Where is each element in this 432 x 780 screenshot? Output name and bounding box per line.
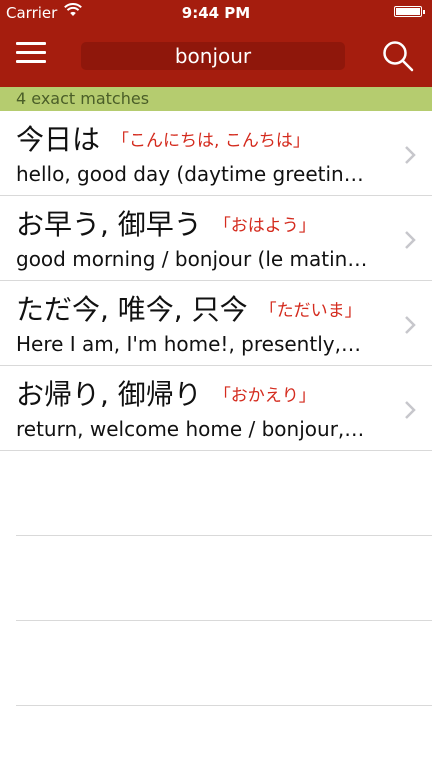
result-kanji: 今日は <box>16 123 101 156</box>
result-gloss: good morning / bonjour (le matin… <box>16 247 368 271</box>
result-kana: 「ただいま」 <box>259 301 362 321</box>
result-kana: 「こんにちは, こんちは」 <box>112 131 310 151</box>
result-gloss: return, welcome home / bonjour,… <box>16 417 365 441</box>
result-kana: 「おかえり」 <box>213 386 316 406</box>
status-time: 9:44 PM <box>181 4 251 22</box>
match-count-bar: 4 exact matches <box>0 87 432 111</box>
chevron-right-icon <box>405 401 416 419</box>
hamburger-menu-icon[interactable] <box>16 42 46 66</box>
empty-row <box>16 621 432 706</box>
result-kanji: お帰り, 御帰り <box>16 378 202 411</box>
result-row[interactable]: ただ今, 唯今, 只今 「ただいま」 Here I am, I'm home!, … <box>0 281 432 366</box>
search-query: bonjour <box>174 44 252 68</box>
search-icon[interactable] <box>380 38 416 74</box>
result-gloss: Here I am, I'm home!, presently,… <box>16 332 361 356</box>
result-kanji: お早う, 御早う <box>16 208 202 241</box>
results-list: 今日は 「こんにちは, こんちは」 hello, good day (daytim… <box>0 111 432 706</box>
chevron-right-icon <box>405 316 416 334</box>
result-kana: 「おはよう」 <box>213 216 316 236</box>
match-count-label: 4 exact matches <box>16 89 150 108</box>
top-bar: Carrier 9:44 PM bonjour <box>0 0 432 87</box>
navigation-bar: bonjour <box>0 30 432 78</box>
battery-icon <box>394 6 425 17</box>
empty-row <box>16 536 432 621</box>
result-kanji: ただ今, 唯今, 只今 <box>16 293 248 326</box>
chevron-right-icon <box>405 146 416 164</box>
empty-row <box>16 451 432 536</box>
result-row[interactable]: お早う, 御早う 「おはよう」 good morning / bonjour (l… <box>0 196 432 281</box>
search-field[interactable]: bonjour <box>81 42 345 70</box>
result-gloss: hello, good day (daytime greetin… <box>16 162 364 186</box>
status-bar: Carrier 9:44 PM <box>0 0 432 24</box>
result-row[interactable]: お帰り, 御帰り 「おかえり」 return, welcome home / bo… <box>0 366 432 451</box>
result-row[interactable]: 今日は 「こんにちは, こんちは」 hello, good day (daytim… <box>0 111 432 196</box>
chevron-right-icon <box>405 231 416 249</box>
